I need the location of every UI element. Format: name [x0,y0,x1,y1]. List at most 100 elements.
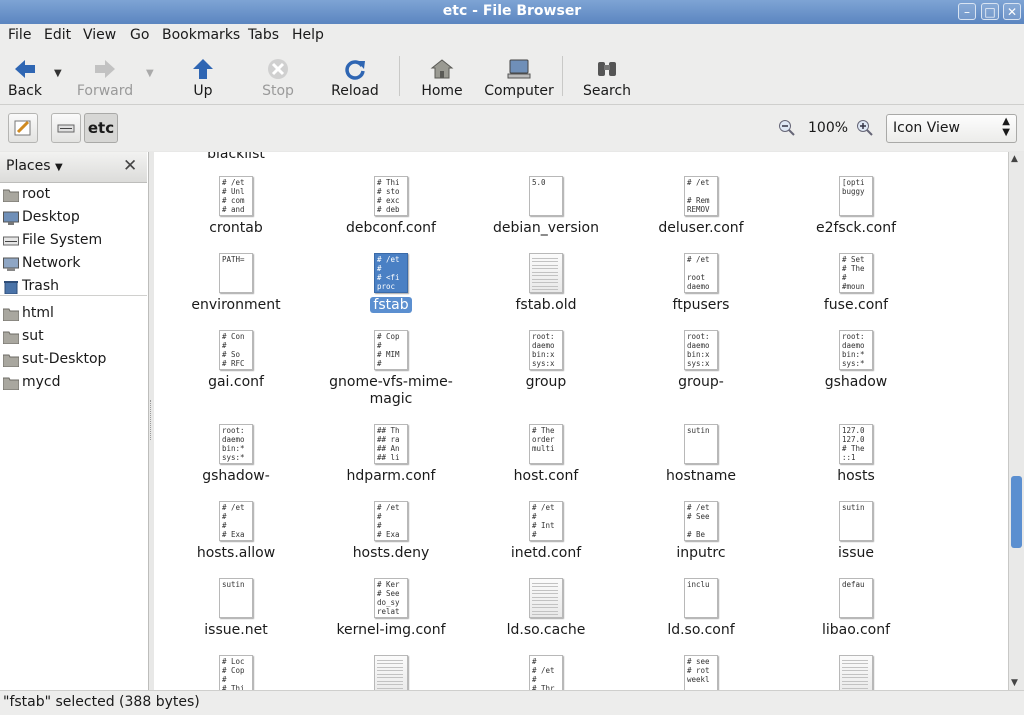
zoom-in-icon[interactable] [856,119,874,137]
vertical-scrollbar[interactable]: ▲ ▼ [1008,152,1024,690]
file-name-text: gshadow [824,374,888,390]
menu-help[interactable]: Help [292,27,324,43]
path-crumb-current[interactable]: etc [84,113,118,143]
file-item[interactable]: # /et # # # Exa hosts.deny [314,501,468,562]
reload-button[interactable]: Reload [330,52,380,100]
file-item[interactable]: # /et # Rem REMOV deluser.conf [624,176,778,237]
text-file-icon: # Ker # See do_sy relat [374,578,408,618]
back-history-dropdown-icon[interactable]: ▼ [54,68,62,79]
file-icon-view[interactable]: blacklist # /et # Unl # com # and crontab… [154,152,1008,690]
sidebar-item-network[interactable]: Network [0,254,147,276]
file-item[interactable]: # Con # # So # RFC gai.conf [159,330,313,391]
file-item[interactable]: defau libao.conf [779,578,933,639]
close-icon[interactable]: ✕ [1003,3,1021,20]
sidebar-item-mycd[interactable]: mycd [0,373,147,395]
drive-icon [57,124,75,133]
sidebar-item-label: mycd [22,374,61,390]
text-file-icon: # /et # # # Exa [374,501,408,541]
file-item[interactable]: # /et root daemo ftpusers [624,253,778,314]
file-item[interactable]: # Cop # # MIM # gnome-vfs-mime-magic [314,330,468,408]
file-name: hosts.deny [314,545,468,562]
file-item[interactable]: # /et # # # Exa hosts.allow [159,501,313,562]
sidebar-item-desktop[interactable]: Desktop [0,208,147,230]
text-file-icon: # Cop # # MIM # [374,330,408,370]
toggle-location-entry-button[interactable] [8,113,38,143]
file-item[interactable]: # Thi # sto # exc # deb debconf.conf [314,176,468,237]
sidebar-divider [0,295,147,296]
file-item[interactable]: inclu ld.so.conf [624,578,778,639]
file-label-partial[interactable]: blacklist [159,152,313,162]
search-button[interactable]: Search [582,52,632,100]
path-root-button[interactable] [51,113,81,143]
sidebar-item-label: Network [22,255,81,271]
file-item[interactable]: # # /et # # Thr [469,655,623,690]
zoom-out-icon[interactable] [778,119,796,137]
file-item[interactable]: root: daemo bin:* sys:* gshadow [779,330,933,391]
sidebar-item-sut[interactable]: sut [0,327,147,349]
file-item[interactable] [779,655,933,690]
home-button[interactable]: Home [418,52,466,100]
sidebar-item-html[interactable]: html [0,304,147,326]
file-item[interactable]: root: daemo bin:x sys:x group- [624,330,778,391]
text-file-icon: # Thi # sto # exc # deb [374,176,408,216]
file-item[interactable]: # The order multi host.conf [469,424,623,485]
file-item[interactable]: # /et # Unl # com # and crontab [159,176,313,237]
text-file-icon: PATH= [219,253,253,293]
scroll-up-icon[interactable]: ▲ [1011,154,1018,164]
file-item[interactable]: # see # rot weekl [624,655,778,690]
close-sidebar-icon[interactable]: ✕ [123,156,137,176]
text-file-icon: # # /et # # Thr [529,655,563,690]
file-name-text: kernel-img.conf [336,622,446,638]
file-item[interactable]: root: daemo bin:x sys:x group [469,330,623,391]
back-button[interactable]: Back [4,52,46,100]
file-item[interactable]: # /et # # Int # inetd.conf [469,501,623,562]
file-item[interactable]: # Set # The # #moun fuse.conf [779,253,933,314]
file-item[interactable]: # Ker # See do_sy relat kernel-img.conf [314,578,468,639]
text-file-icon [374,655,408,690]
minimize-icon[interactable]: – [958,3,976,20]
forward-history-dropdown-icon[interactable]: ▼ [146,68,154,79]
menu-view[interactable]: View [83,27,116,43]
sidebar-type-dropdown[interactable]: Places ▼ [6,158,63,174]
up-button[interactable]: Up [182,52,224,100]
file-name-text: group [525,374,567,390]
sidebar-item-sut-desktop[interactable]: sut-Desktop [0,350,147,372]
menu-edit[interactable]: Edit [44,27,71,43]
computer-button[interactable]: Computer [484,52,554,100]
view-mode-select[interactable]: Icon View ▲ ▼ [886,114,1017,143]
file-item[interactable]: # Loc # Cop # # Thi [159,655,313,690]
menu-tabs[interactable]: Tabs [248,27,279,43]
sidebar-item-file-system[interactable]: File System [0,231,147,253]
file-item[interactable]: # /et # See # Be inputrc [624,501,778,562]
stop-button[interactable]: Stop [256,52,300,100]
file-name-text: gai.conf [208,374,264,390]
forward-button[interactable]: Forward [74,52,136,100]
menu-go[interactable]: Go [130,27,149,43]
file-item[interactable]: # /et # # <fi proc fstab [314,253,468,314]
scrollbar-thumb[interactable] [1011,476,1022,548]
file-item[interactable] [314,655,468,690]
file-item[interactable]: [opti buggy e2fsck.conf [779,176,933,237]
file-item[interactable]: sutin issue [779,501,933,562]
maximize-icon[interactable]: □ [981,3,999,20]
preview-line [842,681,868,685]
sidebar-item-root[interactable]: root [0,185,147,207]
file-item[interactable]: sutin hostname [624,424,778,485]
text-file-icon: # /et # # Int # [529,501,563,541]
file-item[interactable]: ld.so.cache [469,578,623,639]
file-name: kernel-img.conf [314,622,468,639]
file-item[interactable]: PATH= environment [159,253,313,314]
scroll-down-icon[interactable]: ▼ [1011,678,1018,688]
file-item[interactable]: 127.0 127.0 # The ::1 hosts [779,424,933,485]
menu-bookmarks[interactable]: Bookmarks [162,27,240,43]
text-file-icon: # Con # # So # RFC [219,330,253,370]
window-titlebar[interactable]: etc - File Browser – □ ✕ [0,0,1024,24]
file-item[interactable]: 5.0 debian_version [469,176,623,237]
menu-file[interactable]: File [8,27,31,43]
file-item[interactable]: root: daemo bin:* sys:* gshadow- [159,424,313,485]
file-item[interactable]: ## Th ## ra ## An ## li hdparm.conf [314,424,468,485]
file-name: group- [624,374,778,391]
file-item[interactable]: fstab.old [469,253,623,314]
file-item[interactable]: sutin issue.net [159,578,313,639]
preview-line [532,590,558,594]
